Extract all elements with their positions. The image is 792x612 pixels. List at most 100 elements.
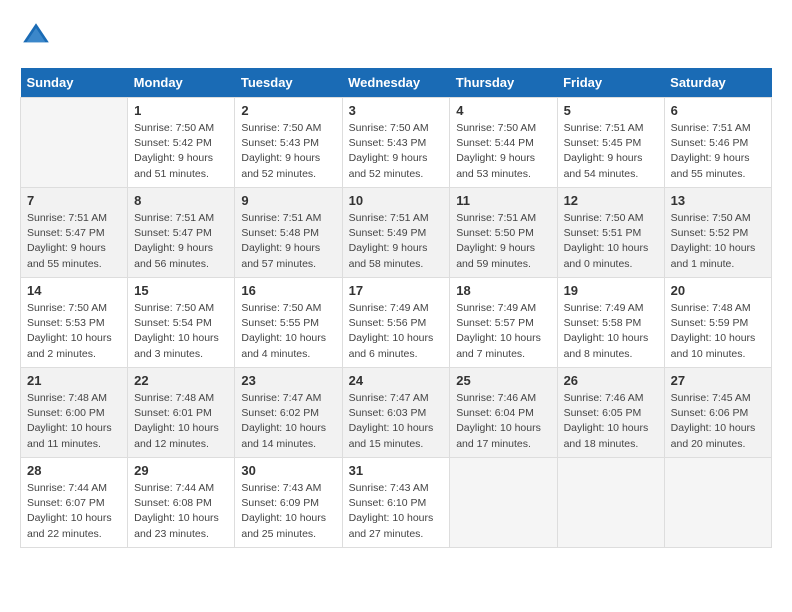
day-info: Sunrise: 7:48 AMSunset: 6:01 PMDaylight:…: [134, 391, 228, 452]
calendar-cell: 1 Sunrise: 7:50 AMSunset: 5:42 PMDaylight…: [128, 98, 235, 188]
day-number: 28: [27, 463, 121, 478]
calendar-cell: 19 Sunrise: 7:49 AMSunset: 5:58 PMDayligh…: [557, 278, 664, 368]
day-info: Sunrise: 7:51 AMSunset: 5:45 PMDaylight:…: [564, 121, 658, 182]
day-number: 19: [564, 283, 658, 298]
day-info: Sunrise: 7:43 AMSunset: 6:10 PMDaylight:…: [349, 481, 444, 542]
day-info: Sunrise: 7:47 AMSunset: 6:02 PMDaylight:…: [241, 391, 335, 452]
calendar-cell: 5 Sunrise: 7:51 AMSunset: 5:45 PMDaylight…: [557, 98, 664, 188]
day-number: 14: [27, 283, 121, 298]
day-info: Sunrise: 7:50 AMSunset: 5:43 PMDaylight:…: [241, 121, 335, 182]
day-info: Sunrise: 7:50 AMSunset: 5:55 PMDaylight:…: [241, 301, 335, 362]
calendar-cell: 21 Sunrise: 7:48 AMSunset: 6:00 PMDayligh…: [21, 368, 128, 458]
day-info: Sunrise: 7:46 AMSunset: 6:04 PMDaylight:…: [456, 391, 550, 452]
day-number: 17: [349, 283, 444, 298]
calendar-cell: 26 Sunrise: 7:46 AMSunset: 6:05 PMDayligh…: [557, 368, 664, 458]
calendar-cell: [450, 458, 557, 548]
calendar-week-row: 1 Sunrise: 7:50 AMSunset: 5:42 PMDaylight…: [21, 98, 772, 188]
day-info: Sunrise: 7:46 AMSunset: 6:05 PMDaylight:…: [564, 391, 658, 452]
day-info: Sunrise: 7:51 AMSunset: 5:49 PMDaylight:…: [349, 211, 444, 272]
day-info: Sunrise: 7:51 AMSunset: 5:47 PMDaylight:…: [134, 211, 228, 272]
day-number: 25: [456, 373, 550, 388]
calendar-cell: 25 Sunrise: 7:46 AMSunset: 6:04 PMDayligh…: [450, 368, 557, 458]
calendar-cell: 13 Sunrise: 7:50 AMSunset: 5:52 PMDayligh…: [664, 188, 771, 278]
day-number: 3: [349, 103, 444, 118]
day-number: 22: [134, 373, 228, 388]
day-number: 18: [456, 283, 550, 298]
calendar-table: SundayMondayTuesdayWednesdayThursdayFrid…: [20, 68, 772, 548]
day-number: 6: [671, 103, 765, 118]
calendar-cell: [21, 98, 128, 188]
calendar-day-header: Thursday: [450, 68, 557, 98]
calendar-cell: 24 Sunrise: 7:47 AMSunset: 6:03 PMDayligh…: [342, 368, 450, 458]
day-info: Sunrise: 7:51 AMSunset: 5:50 PMDaylight:…: [456, 211, 550, 272]
calendar-cell: 20Sunrise: 7:48 AMSunset: 5:59 PMDayligh…: [664, 278, 771, 368]
day-info: Sunrise: 7:49 AMSunset: 5:56 PMDaylight:…: [349, 301, 444, 362]
day-number: 10: [349, 193, 444, 208]
calendar-cell: 4Sunrise: 7:50 AMSunset: 5:44 PMDaylight…: [450, 98, 557, 188]
day-number: 11: [456, 193, 550, 208]
calendar-cell: 31 Sunrise: 7:43 AMSunset: 6:10 PMDayligh…: [342, 458, 450, 548]
day-info: Sunrise: 7:50 AMSunset: 5:53 PMDaylight:…: [27, 301, 121, 362]
day-number: 4: [456, 103, 550, 118]
calendar-day-header: Friday: [557, 68, 664, 98]
day-number: 31: [349, 463, 444, 478]
calendar-cell: 23 Sunrise: 7:47 AMSunset: 6:02 PMDayligh…: [235, 368, 342, 458]
day-info: Sunrise: 7:50 AMSunset: 5:42 PMDaylight:…: [134, 121, 228, 182]
calendar-header-row: SundayMondayTuesdayWednesdayThursdayFrid…: [21, 68, 772, 98]
calendar-day-header: Monday: [128, 68, 235, 98]
day-info: Sunrise: 7:43 AMSunset: 6:09 PMDaylight:…: [241, 481, 335, 542]
day-number: 13: [671, 193, 765, 208]
day-info: Sunrise: 7:51 AMSunset: 5:46 PMDaylight:…: [671, 121, 765, 182]
calendar-cell: 12 Sunrise: 7:50 AMSunset: 5:51 PMDayligh…: [557, 188, 664, 278]
calendar-cell: 8 Sunrise: 7:51 AMSunset: 5:47 PMDaylight…: [128, 188, 235, 278]
day-number: 24: [349, 373, 444, 388]
calendar-cell: 30 Sunrise: 7:43 AMSunset: 6:09 PMDayligh…: [235, 458, 342, 548]
day-info: Sunrise: 7:50 AMSunset: 5:52 PMDaylight:…: [671, 211, 765, 272]
calendar-cell: 29Sunrise: 7:44 AMSunset: 6:08 PMDayligh…: [128, 458, 235, 548]
day-info: Sunrise: 7:47 AMSunset: 6:03 PMDaylight:…: [349, 391, 444, 452]
calendar-cell: 27 Sunrise: 7:45 AMSunset: 6:06 PMDayligh…: [664, 368, 771, 458]
day-info: Sunrise: 7:45 AMSunset: 6:06 PMDaylight:…: [671, 391, 765, 452]
page-header: [20, 20, 772, 52]
calendar-cell: 17 Sunrise: 7:49 AMSunset: 5:56 PMDayligh…: [342, 278, 450, 368]
calendar-cell: 2 Sunrise: 7:50 AMSunset: 5:43 PMDaylight…: [235, 98, 342, 188]
day-info: Sunrise: 7:50 AMSunset: 5:51 PMDaylight:…: [564, 211, 658, 272]
calendar-week-row: 7Sunrise: 7:51 AMSunset: 5:47 PMDaylight…: [21, 188, 772, 278]
day-number: 23: [241, 373, 335, 388]
logo-icon: [20, 20, 52, 52]
calendar-week-row: 21 Sunrise: 7:48 AMSunset: 6:00 PMDayligh…: [21, 368, 772, 458]
day-number: 30: [241, 463, 335, 478]
day-info: Sunrise: 7:49 AMSunset: 5:57 PMDaylight:…: [456, 301, 550, 362]
day-number: 9: [241, 193, 335, 208]
day-info: Sunrise: 7:44 AMSunset: 6:07 PMDaylight:…: [27, 481, 121, 542]
calendar-cell: 15 Sunrise: 7:50 AMSunset: 5:54 PMDayligh…: [128, 278, 235, 368]
calendar-week-row: 14 Sunrise: 7:50 AMSunset: 5:53 PMDayligh…: [21, 278, 772, 368]
calendar-cell: [557, 458, 664, 548]
calendar-cell: 11 Sunrise: 7:51 AMSunset: 5:50 PMDayligh…: [450, 188, 557, 278]
calendar-day-header: Wednesday: [342, 68, 450, 98]
day-number: 26: [564, 373, 658, 388]
calendar-cell: 14 Sunrise: 7:50 AMSunset: 5:53 PMDayligh…: [21, 278, 128, 368]
day-number: 27: [671, 373, 765, 388]
day-info: Sunrise: 7:50 AMSunset: 5:43 PMDaylight:…: [349, 121, 444, 182]
day-info: Sunrise: 7:51 AMSunset: 5:48 PMDaylight:…: [241, 211, 335, 272]
day-number: 21: [27, 373, 121, 388]
calendar-cell: [664, 458, 771, 548]
logo: [20, 20, 56, 52]
day-info: Sunrise: 7:48 AMSunset: 5:59 PMDaylight:…: [671, 301, 765, 362]
calendar-week-row: 28 Sunrise: 7:44 AMSunset: 6:07 PMDayligh…: [21, 458, 772, 548]
day-number: 2: [241, 103, 335, 118]
day-number: 16: [241, 283, 335, 298]
calendar-day-header: Sunday: [21, 68, 128, 98]
day-info: Sunrise: 7:49 AMSunset: 5:58 PMDaylight:…: [564, 301, 658, 362]
day-info: Sunrise: 7:50 AMSunset: 5:54 PMDaylight:…: [134, 301, 228, 362]
day-number: 8: [134, 193, 228, 208]
day-number: 1: [134, 103, 228, 118]
day-number: 5: [564, 103, 658, 118]
day-number: 15: [134, 283, 228, 298]
calendar-cell: 22 Sunrise: 7:48 AMSunset: 6:01 PMDayligh…: [128, 368, 235, 458]
day-number: 12: [564, 193, 658, 208]
calendar-cell: 7Sunrise: 7:51 AMSunset: 5:47 PMDaylight…: [21, 188, 128, 278]
day-info: Sunrise: 7:48 AMSunset: 6:00 PMDaylight:…: [27, 391, 121, 452]
day-info: Sunrise: 7:51 AMSunset: 5:47 PMDaylight:…: [27, 211, 121, 272]
